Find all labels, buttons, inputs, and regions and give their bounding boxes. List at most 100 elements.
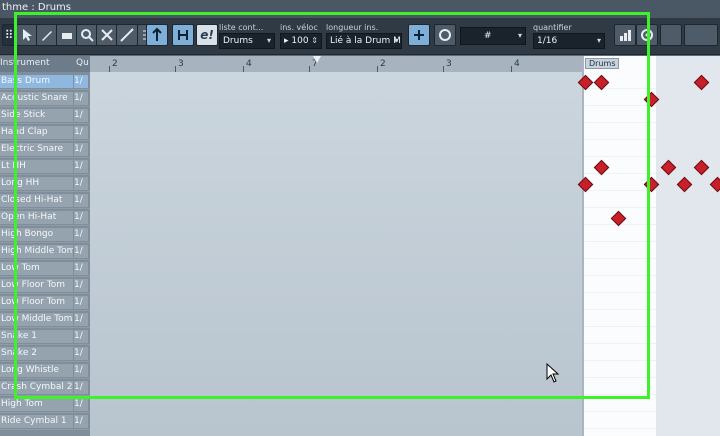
mute-tool-icon	[101, 29, 113, 41]
instrument-quantize: 1/	[74, 415, 88, 428]
mute-icon	[178, 30, 188, 40]
instrument-quantize: 1/	[74, 296, 88, 309]
instrument-name: Electric Snare	[0, 143, 73, 156]
list-item[interactable]: Electric Snare 1/	[0, 140, 90, 158]
instrument-name: Low Floor Tom	[0, 279, 73, 292]
list-item[interactable]: High Bongo 1/	[0, 225, 90, 243]
instrument-quantize: 1/	[74, 347, 88, 360]
instrument-quantize: 1/	[74, 330, 88, 343]
tool-solo-button[interactable]: ⠿	[2, 24, 16, 46]
window-button[interactable]	[660, 24, 682, 46]
drum-map-field[interactable]: liste cont... Drums ▾	[219, 23, 275, 49]
instrument-name: Low Middle Tom	[0, 313, 73, 326]
settings-button[interactable]	[636, 24, 658, 46]
list-item[interactable]: High Middle Tom 1/	[0, 242, 90, 260]
eraser-tool-button[interactable]	[56, 24, 78, 46]
stepper-arrows-icon: ⇕	[311, 36, 318, 45]
solo-button[interactable]	[146, 24, 168, 46]
instrument-quantize: 1/	[74, 109, 88, 122]
window-title: thme : Drums	[2, 2, 71, 13]
list-item[interactable]: Long Whistle 1/	[0, 361, 90, 379]
part-overview[interactable]: Drums	[577, 56, 720, 436]
instrument-name: Snake 2	[0, 347, 73, 360]
list-item[interactable]: Low Floor Tom 1/	[0, 293, 90, 311]
instrument-name: Closed Hi-Hat	[0, 194, 73, 207]
list-item[interactable]: High Tom 1/	[0, 395, 90, 413]
zoom-tool-button[interactable]	[76, 24, 98, 46]
list-item[interactable]: Acoustic Snare 1/	[0, 89, 90, 107]
instrument-name: Crash Cymbal 2	[0, 381, 73, 394]
instrument-column-header[interactable]: Instrument	[0, 58, 50, 68]
instrument-name: Hand Clap	[0, 126, 73, 139]
eraser-tool-icon	[62, 33, 72, 39]
instrument-quantize: 1/	[74, 92, 88, 105]
mute-button[interactable]	[172, 24, 194, 46]
auto-scroll-button[interactable]	[434, 24, 456, 46]
instrument-name: Bass Drum	[0, 75, 73, 88]
instrument-quantize: 1/	[74, 398, 88, 411]
quantize-settings-button[interactable]	[614, 24, 636, 46]
ruler-tick-label: 2	[112, 59, 118, 69]
instrument-name: Low Floor Tom	[0, 296, 73, 309]
window-extra-button[interactable]	[684, 24, 718, 46]
part-lane-area	[584, 72, 656, 436]
list-item[interactable]: Low Tom 1/	[0, 259, 90, 277]
tool-group	[16, 24, 138, 46]
edit-button[interactable]: e!	[196, 24, 218, 46]
chevron-down-icon: ▾	[596, 36, 601, 45]
toolbar: ⠿ e! liste cont... Drums ▾ ins. véloc ▸ 1…	[0, 18, 720, 55]
part-name[interactable]: Drums	[585, 58, 620, 69]
list-item[interactable]: Hand Clap 1/	[0, 123, 90, 141]
ruler-tick-label: 4	[246, 59, 252, 69]
instrument-name: High Tom	[0, 398, 73, 411]
list-item[interactable]: Low Middle Tom 1/	[0, 310, 90, 328]
instrument-name: Lt HH	[0, 160, 73, 173]
list-item[interactable]: Open Hi-Hat 1/	[0, 208, 90, 226]
list-item[interactable]: Lt HH 1/	[0, 157, 90, 175]
length-field[interactable]: longueur ins. Lié à la Drum M ▾	[326, 23, 402, 49]
playback-cursor-marker[interactable]	[313, 56, 321, 63]
pencil-tool-button[interactable]	[36, 24, 58, 46]
ruler-tick-label: 4	[514, 59, 520, 69]
list-item[interactable]: Side Stick 1/	[0, 106, 90, 124]
velocity-field[interactable]: ins. véloc ▸ 100 ⇕	[280, 23, 322, 49]
list-item[interactable]: Snake 1 1/	[0, 327, 90, 345]
arrow-tool-button[interactable]	[16, 24, 38, 46]
instrument-quantize: 1/	[74, 126, 88, 139]
line-tool-button[interactable]	[116, 24, 138, 46]
list-item[interactable]: Ride Cymbal 1 1/	[0, 412, 90, 430]
list-item[interactable]: Snake 2 1/	[0, 344, 90, 362]
title-bar: thme : Drums	[0, 0, 720, 18]
instrument-quantize: 1/	[74, 313, 88, 326]
solo-icon	[152, 27, 162, 41]
instrument-name: Snake 1	[0, 330, 73, 343]
quantize-field[interactable]: quantifier 1/16 ▾	[533, 23, 605, 49]
part-header: Drums	[584, 56, 656, 73]
edit-icon: e!	[200, 28, 214, 42]
line-tool-icon	[120, 28, 134, 42]
snap-icon	[414, 30, 424, 40]
grid-icon: #	[484, 31, 492, 41]
list-item[interactable]: Closed Hi-Hat 1/	[0, 191, 90, 209]
chevron-down-icon: ▾	[266, 36, 271, 45]
mute-tool-button[interactable]	[96, 24, 118, 46]
instrument-name: Acoustic Snare	[0, 92, 73, 105]
list-item[interactable]: Low Floor Tom 1/	[0, 276, 90, 294]
quantize-column-header[interactable]: Qu	[76, 58, 89, 68]
instrument-quantize: 1/	[74, 160, 88, 173]
instrument-quantize: 1/	[74, 228, 88, 241]
instrument-list-header: Instrument Qu	[0, 56, 90, 73]
list-item[interactable]: Bass Drum 1/	[0, 72, 90, 90]
list-item[interactable]: Crash Cymbal 2 1/	[0, 378, 90, 396]
instrument-name: Ride Cymbal 1	[0, 415, 73, 428]
grid-type-field[interactable]: # ▾	[460, 26, 526, 45]
instrument-quantize: 1/	[74, 75, 88, 88]
instrument-name: Open Hi-Hat	[0, 211, 73, 224]
snap-button[interactable]	[408, 24, 430, 46]
instrument-name: Long HH	[0, 177, 73, 190]
instrument-quantize: 1/	[74, 364, 88, 377]
chevron-down-icon: ▾	[393, 36, 398, 45]
list-item[interactable]: Long HH 1/	[0, 174, 90, 192]
drum-editor-grid[interactable]	[90, 72, 582, 436]
ruler-tick-label: 2	[380, 59, 386, 69]
